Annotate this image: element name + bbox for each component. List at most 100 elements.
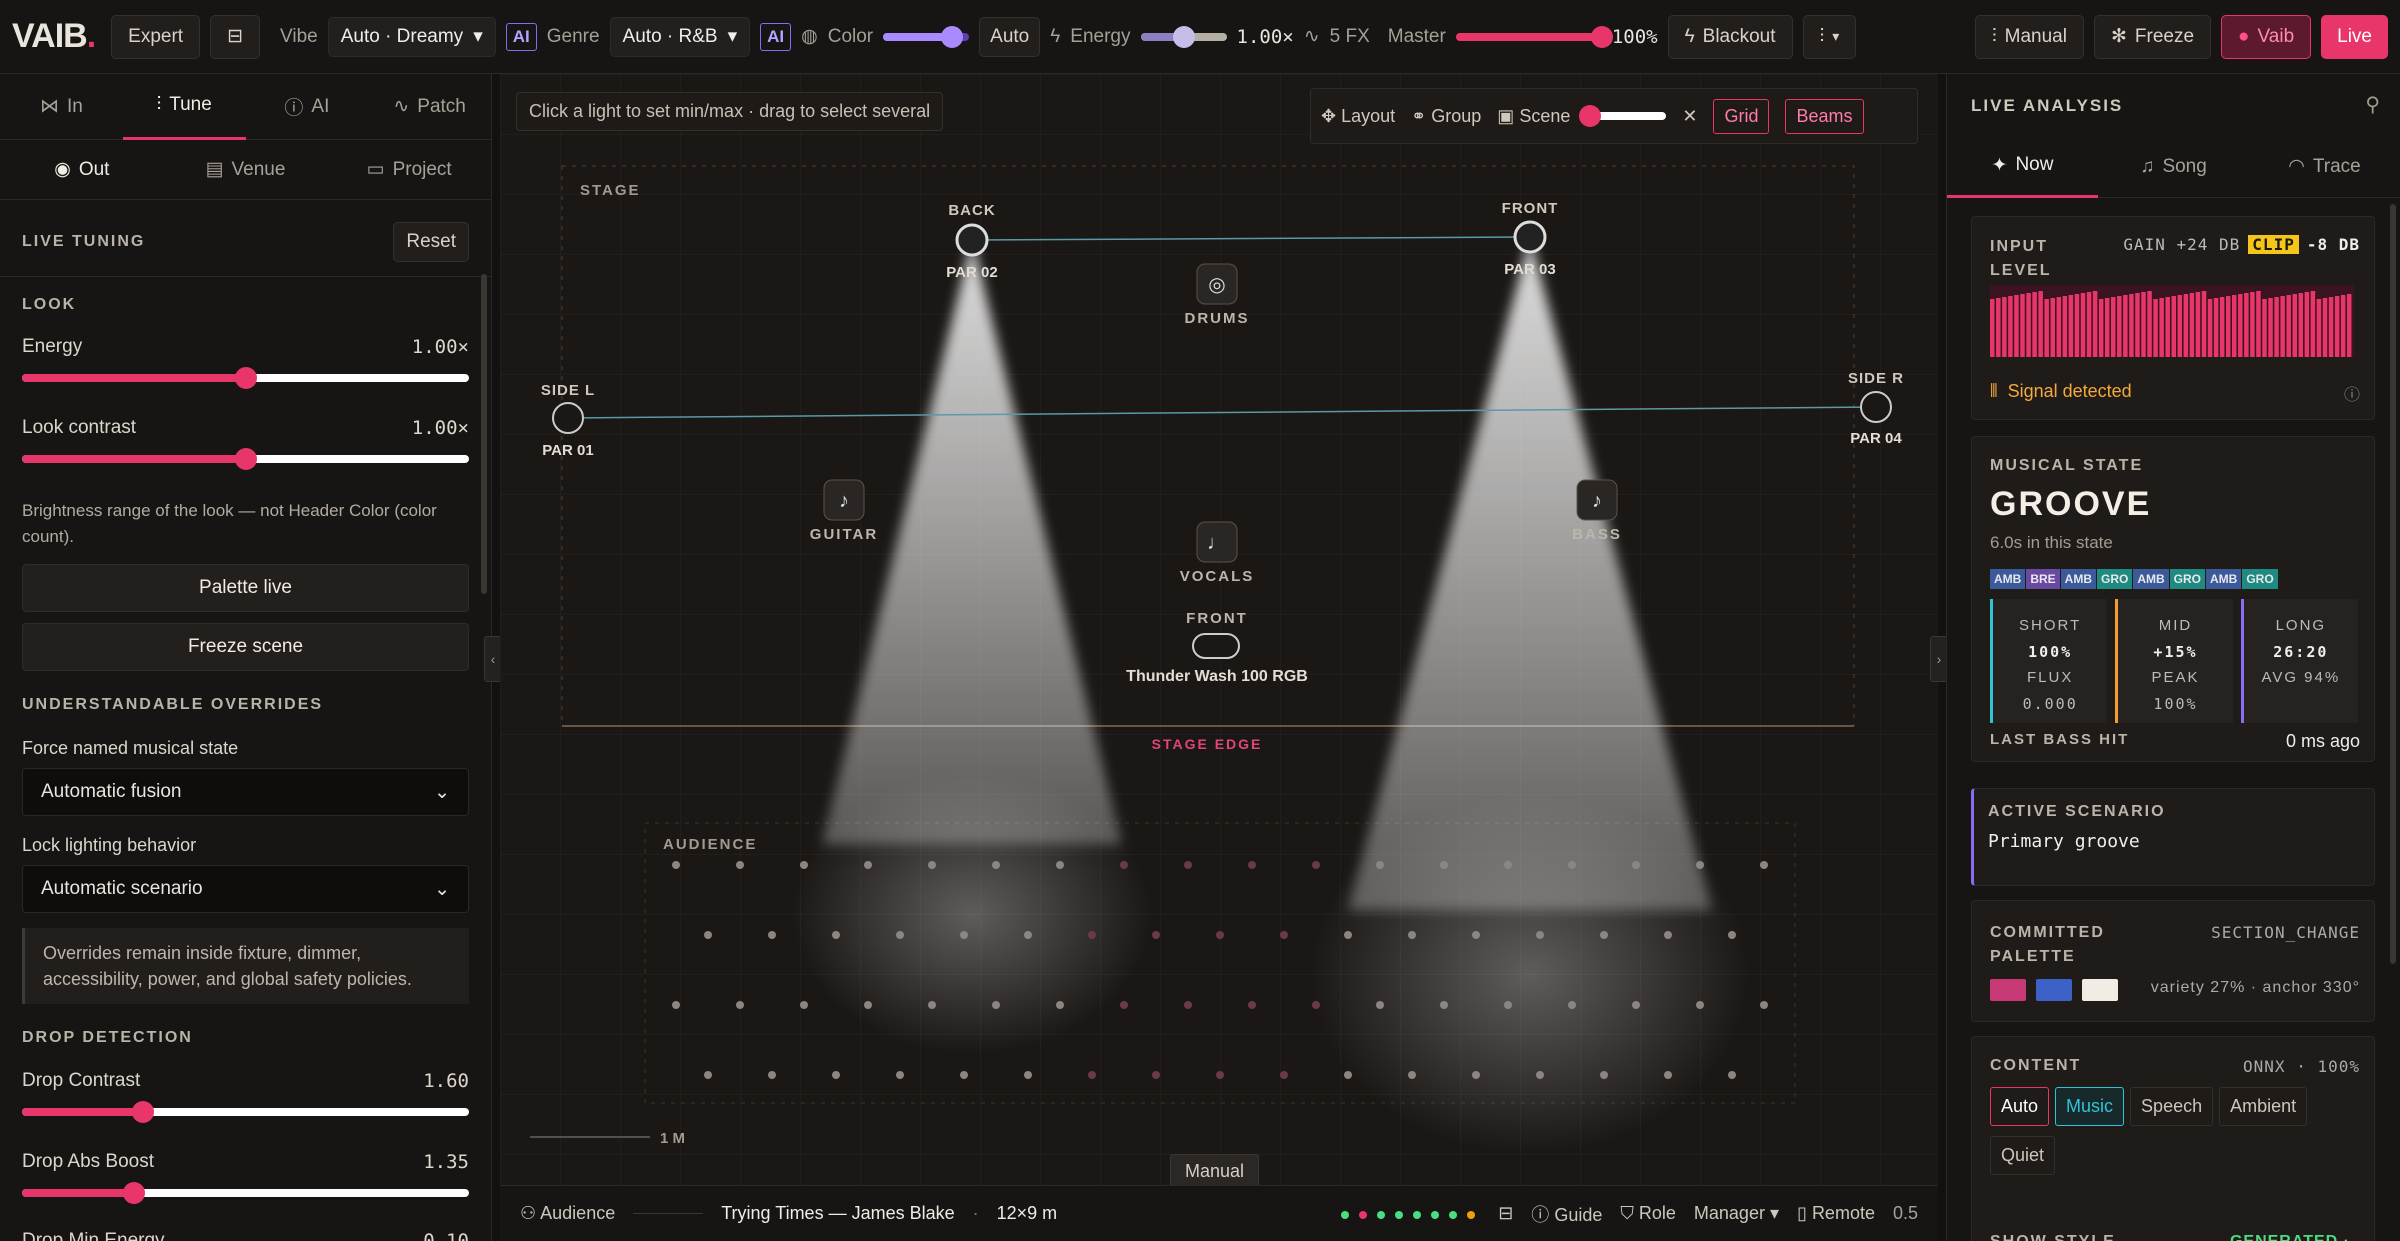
guide-button[interactable]: ⓘ Guide [1531,1201,1602,1227]
beams-toggle[interactable]: Beams [1785,98,1864,134]
content-quiet[interactable]: Quiet [1990,1136,2056,1175]
freeze-button[interactable]: ✻ Freeze [2093,14,2212,59]
subtab-project[interactable]: ▭ Project [327,140,491,200]
audience-dot [1248,1001,1256,1009]
right-scrollbar[interactable] [2390,204,2396,964]
content-ambient[interactable]: Ambient [2219,1087,2308,1126]
meter-bar [2171,296,2176,357]
fixtures-menu-button[interactable]: ⫶ ▾ [1802,14,1857,59]
energy-slider[interactable] [1140,25,1227,48]
short-label: SHORT [2019,617,2082,634]
tab-patch[interactable]: ∿ Patch [368,74,491,140]
freeze-scene-button[interactable]: Freeze scene [22,623,469,671]
reset-button[interactable]: Reset [393,222,469,262]
tab-label: In [66,95,83,117]
master-slider[interactable] [1455,25,1613,48]
layout-button[interactable]: ✥ Layout [1321,106,1395,127]
audience-dot [1568,1001,1576,1009]
pin-icon[interactable]: ⚲ [2365,92,2380,117]
scale-label: 1 M [660,1130,686,1147]
guide-label: Guide [1554,1204,1603,1225]
vaib-button[interactable]: ● Vaib [2221,14,2312,59]
meter-bar [2286,295,2291,357]
color-auto-button[interactable]: Auto [979,16,1041,57]
meter-bar [2177,295,2183,357]
tab-ai[interactable]: ⓘ AI [246,74,369,140]
blackout-button[interactable]: ϟ Blackout [1667,14,1793,59]
tab-tune[interactable]: ⫶ Tune [122,74,246,140]
sparkle-icon: ✦ [1991,154,2008,176]
drop-abs-boost-label: Drop Abs Boost [22,1151,155,1172]
force-state-select[interactable]: Automatic fusion ⌄ [22,768,469,816]
drop-abs-boost-slider[interactable] [22,1182,469,1204]
scene-slider[interactable] [1579,105,1667,127]
subtab-out[interactable]: ◉ Out [0,140,164,200]
manual-button[interactable]: ⫶ Manual [1974,14,2084,59]
close-icon[interactable]: ✕ [1682,106,1697,127]
tab-label: AI [311,95,330,117]
grid-toggle[interactable]: Grid [1713,98,1770,134]
light-par04[interactable] [1860,391,1892,423]
genre-select[interactable]: Auto · R&B ▾ [609,16,751,57]
tab-in[interactable]: ⋈ In [0,74,123,140]
sliders-icon: ⫶ [156,94,162,115]
chevron-down-icon: ▾ [727,26,738,47]
genre-ai-badge[interactable]: AI [760,22,792,51]
audience-button[interactable]: ⚇ Audience [520,1203,615,1224]
audience-dot [1184,861,1192,869]
instrument-bass[interactable]: ♪ [1576,479,1618,521]
drop-contrast-slider[interactable] [22,1101,469,1123]
audience-dot [1280,1071,1288,1079]
tab-now[interactable]: ✦ Now [1947,136,2098,198]
separator: · [972,1203,979,1223]
vibe-select[interactable]: Auto · Dreamy ▾ [327,16,496,57]
tab-trace[interactable]: ◠ Trace [2249,136,2400,198]
light-position-label: SIDE R [1847,370,1904,387]
panel-toggle-button[interactable]: ⊟ [210,14,261,59]
scene-button[interactable]: ▣ Scene [1497,106,1570,127]
light-par01[interactable] [552,402,584,434]
tab-song[interactable]: ♫ Song [2098,136,2249,198]
layout-icon[interactable]: ⊟ [1498,1203,1513,1224]
mid-label: MID [2158,617,2193,634]
meter-bar [1996,298,2001,357]
force-state-value: Automatic fusion [41,781,182,802]
group-button[interactable]: ⚭ Group [1411,106,1481,127]
chevron-down-icon: ⌄ [434,878,450,900]
content-music[interactable]: Music [2055,1087,2125,1126]
energy-slider[interactable] [22,367,469,389]
left-scrollbar[interactable] [481,274,487,594]
subtab-venue[interactable]: ▤ Venue [164,140,328,200]
content-speech[interactable]: Speech [2130,1087,2214,1126]
canvas-hint: Click a light to set min/max · drag to s… [516,92,944,131]
color-slider[interactable] [883,25,970,48]
meter-bar [2147,291,2152,357]
instrument-guitar[interactable]: ♪ [823,479,865,521]
lock-behavior-value: Automatic scenario [41,878,203,899]
audience-dot [736,861,744,869]
light-par02[interactable] [955,223,989,257]
remote-button[interactable]: ▯ Remote [1797,1203,1875,1224]
look-contrast-slider[interactable] [22,448,469,470]
light-par03[interactable] [1513,220,1547,254]
meter-bar [2111,297,2116,357]
instrument-vocals[interactable]: ♩ [1196,521,1238,563]
palette-live-button[interactable]: Palette live [22,564,469,612]
vibe-ai-badge[interactable]: AI [505,22,537,51]
live-button[interactable]: Live [2321,14,2388,59]
instrument-drums[interactable]: ◎ [1196,263,1238,305]
role-select[interactable]: Manager ▾ [1694,1203,1779,1224]
stage-canvas[interactable]: ◎ ♪ ♩ ♪ STAGE BACK PAR 02 FRONT PAR 03 S… [500,74,1938,1241]
meter-bar [2159,298,2164,357]
expert-button[interactable]: Expert [111,14,201,59]
patch-icon: ∿ [393,96,410,117]
lock-behavior-select[interactable]: Automatic scenario ⌄ [22,865,469,913]
fx-count[interactable]: 5 FX [1330,26,1370,48]
audience-dot [1696,1001,1704,1009]
state-chip: GRO [2097,569,2133,589]
info-icon[interactable]: ⓘ [2344,381,2360,405]
right-panel: LIVE ANALYSIS ⚲ ✦ Now ♫ Song ◠ Trace INPUT L… [1946,74,2400,1241]
audience-dot [1120,1001,1128,1009]
content-auto[interactable]: Auto [1990,1087,2050,1126]
wash-fixture[interactable] [1192,633,1240,659]
